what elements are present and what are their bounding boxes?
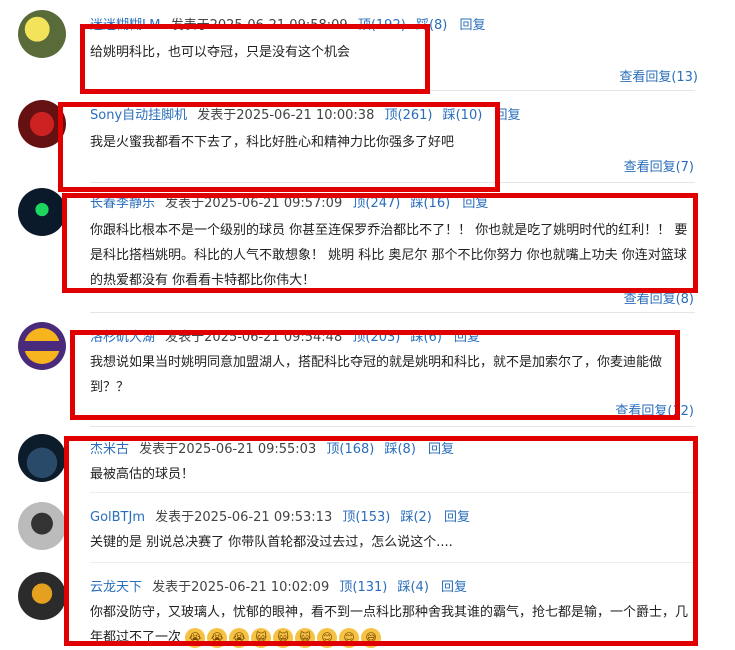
avatar[interactable]: [18, 322, 66, 370]
comment-meta: 长春李静乐 发表于2025-06-21 09:57:09 顶(247) 踩(16…: [90, 192, 488, 211]
comment-meta: 迷迷糊糊LM 发表于2025-06-21 09:58:09 顶(192) 踩(8…: [90, 14, 486, 33]
view-replies-link[interactable]: 查看回复(13): [619, 66, 698, 85]
comment-text-content: 你都没防守，又玻璃人，忧郁的眼神，看不到一点科比那种舍我其谁的霸气，抢七都是输，…: [90, 605, 689, 645]
emoji-smile-icon: 😊: [317, 627, 338, 648]
reply-button[interactable]: 回复: [441, 580, 467, 595]
comment-text: 关键的是 别说总决赛了 你带队首轮都没过去过，怎么说这个....: [90, 535, 453, 550]
downvote-button[interactable]: 踩(6): [410, 330, 441, 345]
emoji-crying-icon: 😭: [229, 627, 250, 648]
username-link[interactable]: 迷迷糊糊LM: [90, 18, 160, 33]
emoji-crying-icon: 😭: [185, 627, 206, 648]
comment-item: Sony自动挂脚机 发表于2025-06-21 10:00:38 顶(261) …: [18, 100, 698, 180]
username-link[interactable]: GolBTJm: [90, 510, 145, 525]
downvote-button[interactable]: 踩(8): [384, 442, 415, 457]
comment-meta: 云龙天下 发表于2025-06-21 10:02:09 顶(131) 踩(4) …: [90, 576, 467, 595]
reply-button[interactable]: 回复: [444, 510, 470, 525]
avatar[interactable]: [18, 434, 66, 482]
downvote-button[interactable]: 踩(10): [443, 108, 483, 123]
downvote-button[interactable]: 踩(8): [416, 18, 447, 33]
username-link[interactable]: 杰米古: [90, 442, 129, 457]
comment-meta: 杰米古 发表于2025-06-21 09:55:03 顶(168) 踩(8) 回…: [90, 438, 454, 457]
divider: [90, 182, 695, 183]
avatar[interactable]: [18, 502, 66, 550]
upvote-button[interactable]: 顶(168): [326, 442, 374, 457]
avatar[interactable]: [18, 188, 66, 236]
divider: [90, 492, 696, 493]
downvote-button[interactable]: 踩(2): [400, 510, 431, 525]
post-time: 发表于2025-06-21 09:55:03: [139, 442, 317, 457]
reply-button[interactable]: 回复: [428, 442, 454, 457]
comment-meta: 洛杉矶大湖 发表于2025-06-21 09:54:48 顶(203) 踩(6)…: [90, 326, 480, 345]
comment-meta: Sony自动挂脚机 发表于2025-06-21 10:00:38 顶(261) …: [90, 104, 520, 123]
reply-button[interactable]: 回复: [460, 18, 486, 33]
post-time: 发表于2025-06-21 09:57:09: [165, 196, 343, 211]
username-link[interactable]: 洛杉矶大湖: [90, 330, 155, 345]
emoji-sweat-icon: 😅: [361, 627, 382, 648]
avatar[interactable]: [18, 572, 66, 620]
view-replies-link[interactable]: 查看回复(8): [624, 288, 694, 307]
username-link[interactable]: Sony自动挂脚机: [90, 108, 187, 123]
downvote-button[interactable]: 踩(4): [397, 580, 428, 595]
username-link[interactable]: 云龙天下: [90, 580, 142, 595]
upvote-button[interactable]: 顶(261): [385, 108, 433, 123]
reply-button[interactable]: 回复: [454, 330, 480, 345]
emoji-cat-icon: 😺: [295, 627, 316, 648]
emoji-smile-icon: 😊: [339, 627, 360, 648]
post-time: 发表于2025-06-21 09:58:09: [170, 18, 348, 33]
upvote-button[interactable]: 顶(153): [342, 510, 390, 525]
reply-button[interactable]: 回复: [494, 108, 520, 123]
post-time: 发表于2025-06-21 09:53:13: [155, 510, 333, 525]
comment-text: 给姚明科比，也可以夺冠，只是没有这个机会: [90, 45, 351, 60]
comment-meta: GolBTJm 发表于2025-06-21 09:53:13 顶(153) 踩(…: [90, 506, 470, 525]
comment-item: 杰米古 发表于2025-06-21 09:55:03 顶(168) 踩(8) 回…: [18, 434, 698, 494]
view-replies-link[interactable]: 查看回复(7): [624, 156, 694, 175]
divider: [90, 90, 695, 91]
comment-text: 我是火蜜我都看不下去了，科比好胜心和精神力比你强多了好吧: [90, 135, 455, 150]
comment-text: 最被高估的球员！: [90, 467, 195, 482]
emoji-cat-icon: 😺: [251, 627, 272, 648]
comment-item: 洛杉矶大湖 发表于2025-06-21 09:54:48 顶(203) 踩(6)…: [18, 322, 698, 422]
emoji-cat-icon: 😺: [273, 627, 294, 648]
comment-item: GolBTJm 发表于2025-06-21 09:53:13 顶(153) 踩(…: [18, 502, 698, 562]
avatar[interactable]: [18, 100, 66, 148]
comment-text: 你都没防守，又玻璃人，忧郁的眼神，看不到一点科比那种舍我其谁的霸气，抢七都是输，…: [90, 600, 698, 650]
comment-item: 迷迷糊糊LM 发表于2025-06-21 09:58:09 顶(192) 踩(8…: [18, 10, 698, 85]
avatar[interactable]: [18, 10, 66, 58]
divider: [90, 312, 695, 313]
comment-item: 云龙天下 发表于2025-06-21 10:02:09 顶(131) 踩(4) …: [18, 572, 698, 648]
username-link[interactable]: 长春李静乐: [90, 196, 155, 211]
upvote-button[interactable]: 顶(131): [339, 580, 387, 595]
downvote-button[interactable]: 踩(16): [410, 196, 450, 211]
emoji-crying-icon: 😭: [207, 627, 228, 648]
upvote-button[interactable]: 顶(247): [352, 196, 400, 211]
comment-item: 长春李静乐 发表于2025-06-21 09:57:09 顶(247) 踩(16…: [18, 188, 698, 308]
divider: [90, 426, 695, 427]
post-time: 发表于2025-06-21 10:00:38: [197, 108, 375, 123]
post-time: 发表于2025-06-21 09:54:48: [165, 330, 343, 345]
view-replies-link[interactable]: 查看回复(12): [615, 400, 694, 419]
divider: [90, 562, 696, 563]
comment-text: 你跟科比根本不是一个级别的球员 你甚至连保罗乔治都比不了！！ 你也就是吃了姚明时…: [90, 223, 688, 288]
reply-button[interactable]: 回复: [462, 196, 488, 211]
post-time: 发表于2025-06-21 10:02:09: [152, 580, 330, 595]
emoji-row: 😭 😭 😭 😺 😺 😺 😊 😊 😅: [185, 627, 383, 648]
lakers-logo-icon: [22, 328, 62, 364]
comment-text: 我想说如果当时姚明同意加盟湖人，搭配科比夺冠的就是姚明和科比，就不是加索尔了，你…: [90, 355, 663, 395]
upvote-button[interactable]: 顶(203): [352, 330, 400, 345]
upvote-button[interactable]: 顶(192): [358, 18, 406, 33]
